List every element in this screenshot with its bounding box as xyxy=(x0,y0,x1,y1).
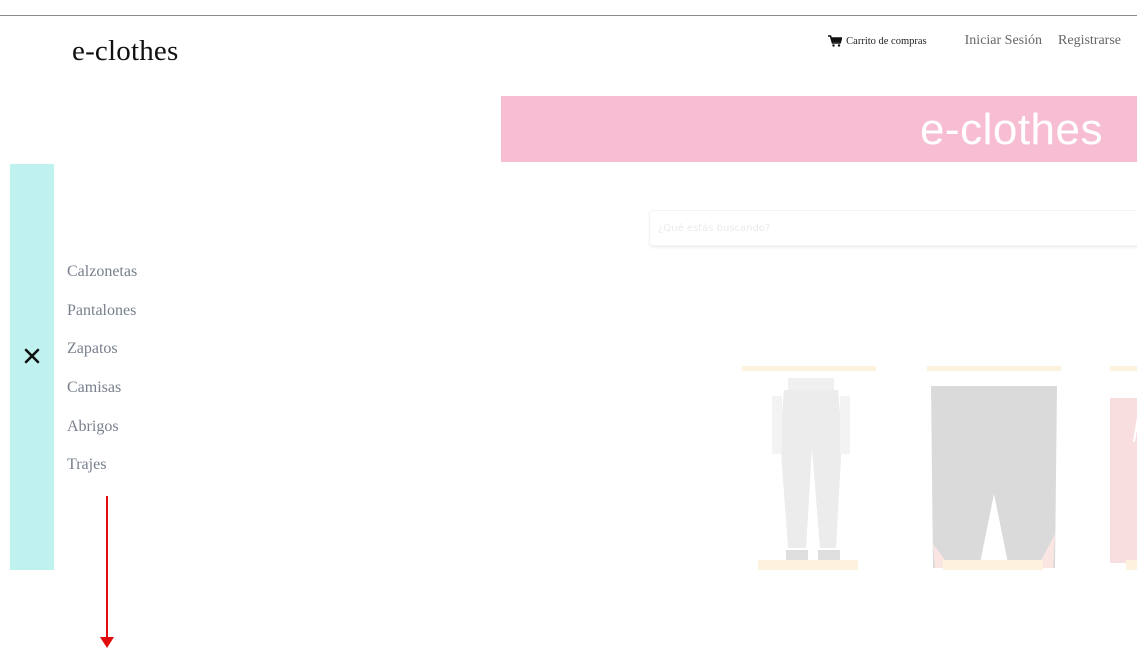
category-abrigos[interactable]: Abrigos xyxy=(67,417,137,456)
close-sidebar-button[interactable] xyxy=(22,346,42,366)
category-sidebar xyxy=(10,164,54,570)
scroll-annotation-line xyxy=(106,496,108,641)
category-calzonetas[interactable]: Calzonetas xyxy=(67,262,137,301)
category-camisas[interactable]: Camisas xyxy=(67,378,137,417)
hero-banner: e-clothes xyxy=(501,96,1137,162)
top-divider xyxy=(0,15,1137,16)
banner-title: e-clothes xyxy=(919,105,1103,154)
top-navigation: Carrito de compras Iniciar Sesión Regist… xyxy=(828,33,1121,49)
category-pantalones[interactable]: Pantalones xyxy=(67,301,137,340)
login-link[interactable]: Iniciar Sesión xyxy=(965,33,1042,49)
shopping-cart-icon xyxy=(828,35,843,47)
cart-link[interactable]: Carrito de compras xyxy=(828,35,927,47)
close-icon xyxy=(24,348,40,364)
category-menu: Calzonetas Pantalones Zapatos Camisas Ab… xyxy=(67,262,137,494)
register-link[interactable]: Registrarse xyxy=(1058,33,1121,49)
down-arrow-icon xyxy=(100,637,114,648)
cart-label: Carrito de compras xyxy=(846,35,927,47)
dim-overlay xyxy=(0,164,1137,570)
category-trajes[interactable]: Trajes xyxy=(67,455,137,494)
category-zapatos[interactable]: Zapatos xyxy=(67,339,137,378)
site-logo[interactable]: e-clothes xyxy=(72,35,178,68)
